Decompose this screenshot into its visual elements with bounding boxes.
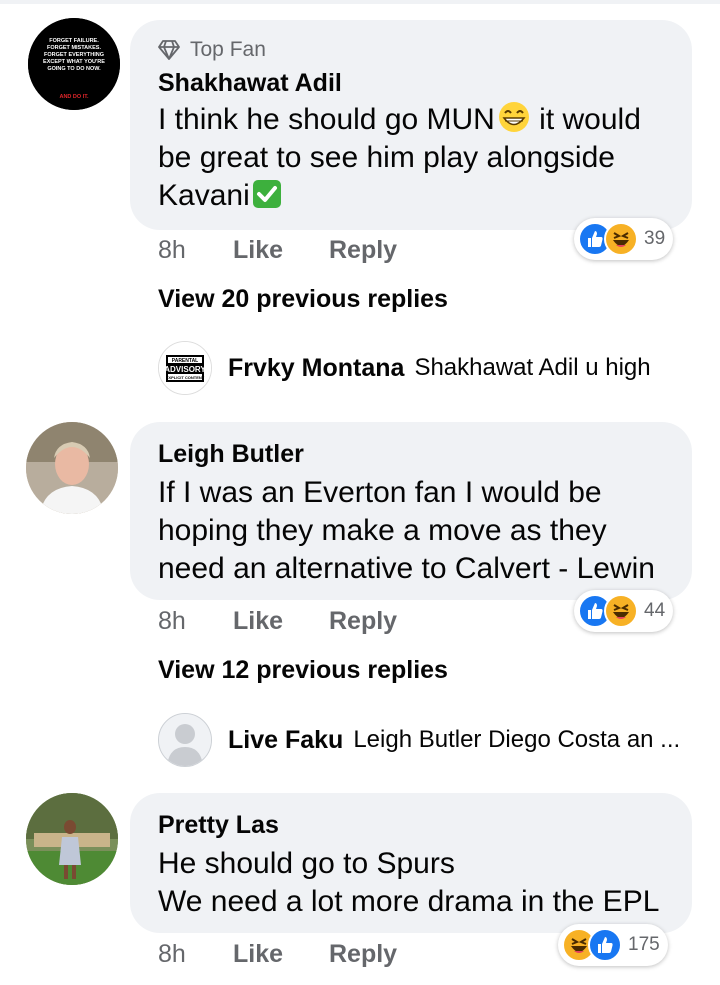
reaction-count: 44: [644, 600, 666, 621]
top-divider: [0, 0, 720, 4]
reply-preview[interactable]: PARENTAL ADVISORY EXPLICIT CONTENT Frvky…: [158, 340, 651, 396]
commenter-name[interactable]: Shakhawat Adil: [158, 68, 664, 98]
badge-label: Top Fan: [190, 38, 266, 61]
comment-bubble: Leigh Butler If I was an Everton fan I w…: [130, 422, 692, 600]
check-mark-button-emoji-icon: [252, 180, 281, 208]
svg-text:FORGET EVERYTHING: FORGET EVERYTHING: [44, 52, 104, 58]
timestamp[interactable]: 8h: [158, 940, 233, 969]
like-button[interactable]: Like: [233, 940, 329, 969]
like-button[interactable]: Like: [233, 236, 329, 265]
avatar[interactable]: FORGET FAILURE. FORGET MISTAKES. FORGET …: [28, 18, 120, 110]
svg-text:FORGET MISTAKES.: FORGET MISTAKES.: [47, 45, 101, 51]
svg-text:ADVISORY: ADVISORY: [164, 365, 206, 374]
reactions-summary[interactable]: 44: [574, 590, 674, 632]
commenter-name[interactable]: Leigh Butler: [158, 439, 664, 469]
avatar-quote-image: FORGET FAILURE. FORGET MISTAKES. FORGET …: [28, 18, 120, 110]
haha-icon: [604, 222, 638, 256]
top-fan-badge: Top Fan: [158, 37, 664, 63]
comment-text: I think he should go MUN it would be gre…: [158, 102, 641, 212]
profile-photo: [26, 793, 118, 885]
avatar[interactable]: [158, 713, 212, 767]
svg-text:GOING TO DO NOW.: GOING TO DO NOW.: [47, 66, 101, 72]
comment-text: He should go to Spurs We need a lot more…: [158, 847, 660, 918]
commenter-name[interactable]: Pretty Las: [158, 810, 664, 840]
svg-text:PARENTAL: PARENTAL: [172, 358, 198, 364]
view-previous-replies[interactable]: View 12 previous replies: [158, 656, 448, 685]
svg-text:AND DO IT.: AND DO IT.: [59, 94, 89, 100]
svg-text:FORGET FAILURE.: FORGET FAILURE.: [49, 38, 99, 44]
reaction-count: 175: [628, 934, 660, 955]
comment-actions: 8h Like Reply: [158, 607, 397, 636]
haha-icon: [604, 594, 638, 628]
reply-author-name[interactable]: Live Faku: [228, 726, 343, 755]
reply-button[interactable]: Reply: [329, 607, 397, 636]
timestamp[interactable]: 8h: [158, 236, 233, 265]
reply-button[interactable]: Reply: [329, 236, 397, 265]
grinning-emoji-icon: [498, 102, 529, 132]
reply-text: Shakhawat Adil u high: [414, 354, 651, 381]
avatar[interactable]: [26, 793, 118, 885]
reply-preview[interactable]: Live Faku Leigh Butler Diego Costa an ..…: [158, 712, 680, 768]
reply-button[interactable]: Reply: [329, 940, 397, 969]
profile-photo: [26, 422, 118, 514]
comment-actions: 8h Like Reply: [158, 940, 397, 969]
svg-text:EXPLICIT CONTENT: EXPLICIT CONTENT: [166, 375, 205, 380]
svg-text:EXCEPT WHAT YOU'RE: EXCEPT WHAT YOU'RE: [43, 59, 105, 65]
view-previous-replies[interactable]: View 20 previous replies: [158, 285, 448, 314]
reply-author-name[interactable]: Frvky Montana: [228, 354, 404, 383]
diamond-icon: [158, 40, 180, 60]
parental-advisory-image: PARENTAL ADVISORY EXPLICIT CONTENT: [159, 342, 211, 394]
reply-text: Leigh Butler Diego Costa an ...: [353, 726, 681, 753]
reactions-summary[interactable]: 39: [574, 218, 674, 260]
reaction-count: 39: [644, 228, 666, 249]
comment-actions: 8h Like Reply: [158, 236, 397, 265]
comment-text: If I was an Everton fan I would be hopin…: [158, 476, 655, 585]
like-button[interactable]: Like: [233, 607, 329, 636]
timestamp[interactable]: 8h: [158, 607, 233, 636]
reactions-summary[interactable]: 175: [558, 924, 668, 966]
like-icon: [588, 928, 622, 962]
avatar[interactable]: [26, 422, 118, 514]
avatar[interactable]: PARENTAL ADVISORY EXPLICIT CONTENT: [158, 341, 212, 395]
comment-bubble: Pretty Las He should go to Spurs We need…: [130, 793, 692, 933]
default-profile-icon: [159, 714, 211, 766]
comment-bubble: Top Fan Shakhawat Adil I think he should…: [130, 20, 692, 230]
